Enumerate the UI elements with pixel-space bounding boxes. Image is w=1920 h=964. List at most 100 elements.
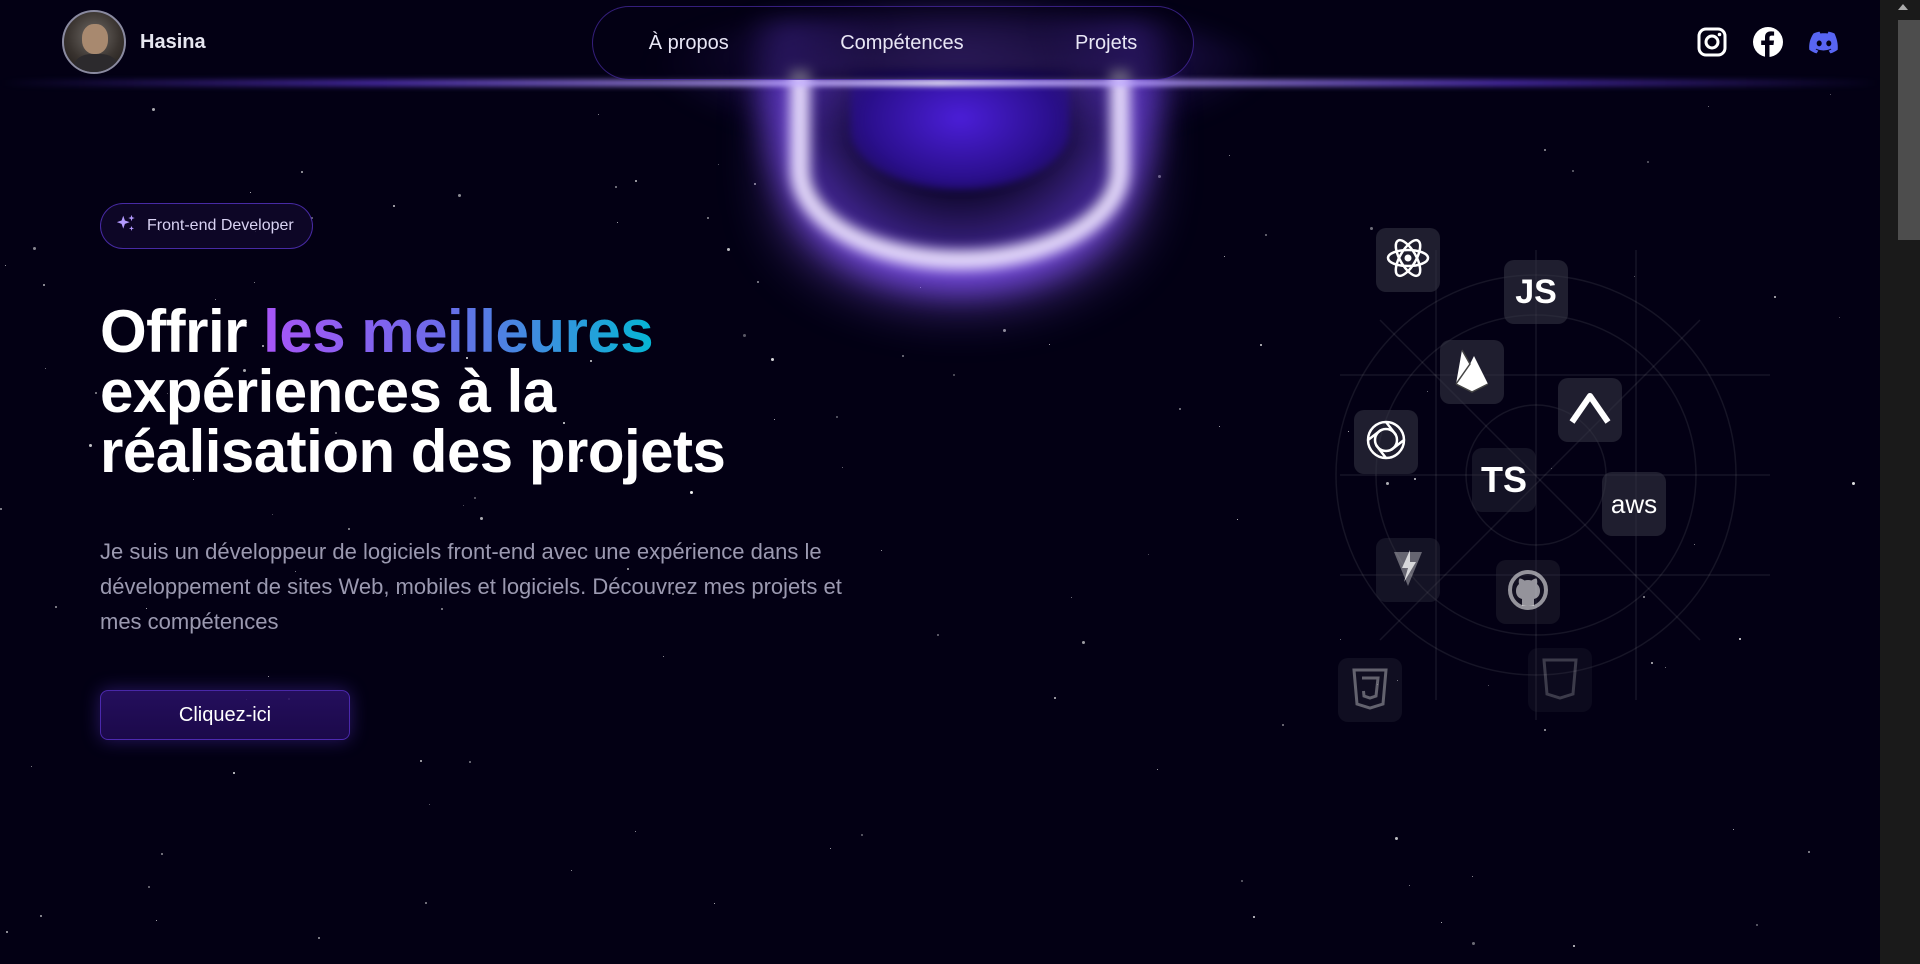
react-icon — [1384, 234, 1432, 287]
star-dot — [830, 848, 831, 849]
star-dot — [1253, 916, 1255, 918]
star-dot — [1179, 408, 1181, 410]
star-dot — [40, 915, 42, 917]
discord-icon[interactable] — [1806, 24, 1842, 60]
firebase-icon — [1452, 346, 1492, 399]
scrollbar-thumb[interactable] — [1898, 20, 1920, 240]
social-links — [1694, 24, 1842, 60]
avatar[interactable] — [62, 10, 126, 74]
cta-button[interactable]: Cliquez-ici — [100, 690, 350, 740]
star-dot — [1708, 106, 1709, 107]
page-scrollbar[interactable] — [1880, 0, 1920, 964]
star-dot — [1647, 161, 1649, 163]
skill-openai — [1354, 410, 1418, 474]
top-navbar: Hasina À propos Compétences Projets — [0, 0, 1880, 86]
star-dot — [250, 192, 251, 193]
scroll-up-arrow-icon[interactable] — [1898, 4, 1908, 10]
star-dot — [6, 931, 8, 933]
star-dot — [663, 656, 664, 657]
star-dot — [5, 265, 6, 266]
star-dot — [1157, 769, 1158, 770]
star-dot — [1229, 155, 1230, 156]
star-dot — [152, 108, 155, 111]
star-dot — [55, 606, 57, 608]
star-dot — [474, 497, 476, 499]
star-dot — [635, 831, 636, 832]
star-dot — [0, 508, 2, 510]
star-dot — [598, 114, 599, 115]
star-dot — [617, 222, 618, 223]
star-dot — [301, 171, 303, 173]
skill-vite — [1376, 538, 1440, 602]
star-dot — [268, 676, 269, 677]
star-dot — [1395, 837, 1398, 840]
star-dot — [458, 194, 461, 197]
star-dot — [571, 870, 572, 871]
star-dot — [148, 886, 150, 888]
headline-part-2: expériences à la réalisation des projets — [100, 358, 726, 485]
brand-name: Hasina — [140, 30, 206, 53]
css3-icon — [1350, 666, 1390, 715]
skills-orbit: JS TS aws — [1300, 220, 1780, 740]
star-dot — [1472, 942, 1475, 945]
star-dot — [429, 804, 430, 805]
instagram-icon[interactable] — [1694, 24, 1730, 60]
aws-icon: aws — [1610, 488, 1658, 519]
star-dot — [480, 517, 483, 520]
vite-icon — [1390, 546, 1426, 595]
star-dot — [718, 164, 719, 165]
hero-description: Je suis un développeur de logiciels fron… — [100, 539, 842, 634]
star-dot — [425, 902, 427, 904]
html5-icon — [1540, 656, 1580, 705]
star-dot — [1071, 597, 1072, 598]
star-dot — [1282, 724, 1284, 726]
star-dot — [1830, 94, 1831, 95]
star-dot — [469, 761, 471, 763]
star-dot — [727, 248, 730, 251]
headline-highlight: les meilleures — [263, 298, 654, 365]
star-dot — [861, 834, 863, 836]
facebook-icon[interactable] — [1750, 24, 1786, 60]
star-dot — [89, 444, 92, 447]
star-dot — [43, 284, 45, 286]
star-dot — [45, 368, 46, 369]
star-dot — [1839, 317, 1840, 318]
star-dot — [318, 937, 320, 939]
star-dot — [707, 217, 709, 219]
star-dot — [1158, 175, 1161, 178]
star-dot — [615, 186, 617, 188]
star-dot — [1260, 344, 1262, 346]
star-dot — [393, 205, 395, 207]
javascript-icon: JS — [1515, 272, 1557, 311]
hero-headline: Offrir les meilleures expériences à la r… — [100, 302, 860, 482]
star-dot — [881, 550, 882, 551]
skill-css3 — [1338, 658, 1402, 722]
star-dot — [1572, 170, 1574, 172]
star-dot — [754, 183, 756, 185]
brand[interactable]: Hasina — [62, 10, 206, 74]
skill-github — [1496, 560, 1560, 624]
star-dot — [1148, 554, 1149, 555]
star-dot — [31, 766, 32, 767]
star-dot — [33, 247, 36, 250]
star-dot — [920, 287, 921, 288]
star-dot — [1733, 829, 1734, 830]
nav-link-about[interactable]: À propos — [649, 32, 729, 55]
star-dot — [757, 281, 759, 283]
headline-part-1: Offrir — [100, 298, 264, 365]
role-badge: Front-end Developer — [100, 203, 313, 249]
star-dot — [902, 355, 904, 357]
star-dot — [1756, 924, 1758, 926]
star-dot — [953, 374, 955, 376]
star-dot — [272, 514, 273, 515]
star-dot — [348, 528, 350, 530]
star-dot — [156, 920, 157, 921]
nav-link-skills[interactable]: Compétences — [840, 32, 963, 55]
star-dot — [1852, 482, 1855, 485]
star-dot — [233, 772, 235, 774]
star-dot — [1573, 945, 1575, 947]
star-dot — [1219, 426, 1220, 427]
skill-javascript: JS — [1504, 260, 1568, 324]
skill-html5 — [1528, 648, 1592, 712]
nav-link-projects[interactable]: Projets — [1075, 32, 1137, 55]
